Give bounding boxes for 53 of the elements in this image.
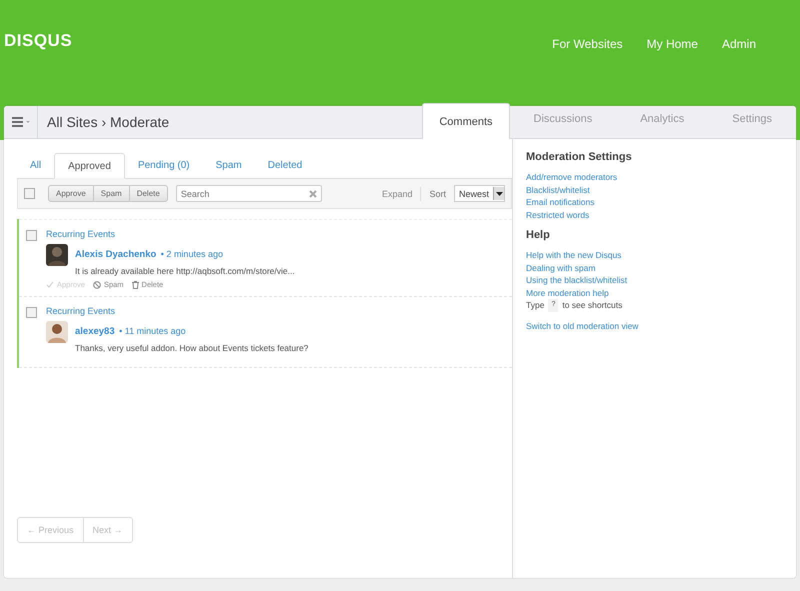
section-heading: Help: [526, 229, 550, 241]
avatar: [46, 321, 68, 343]
sidebar-link[interactable]: Add/remove moderators: [526, 171, 618, 184]
check-icon: [46, 281, 54, 288]
avatar: [46, 244, 68, 266]
bulk-action-button[interactable]: Approve: [48, 185, 94, 202]
trash-icon: [132, 280, 139, 288]
block-icon: [92, 280, 101, 288]
hint-text: Type: [526, 299, 544, 312]
tab[interactable]: Settings: [708, 103, 796, 135]
sort-dropdown[interactable]: Newest: [454, 185, 505, 202]
expand-link[interactable]: Expand: [382, 188, 412, 198]
hint-text: to see shortcuts: [562, 299, 622, 312]
menu-icon: [12, 117, 30, 127]
sidebar-link[interactable]: Email notifications: [526, 196, 595, 208]
sidebar-link[interactable]: Using the blacklist/whitelist: [526, 274, 628, 286]
author-link[interactable]: alexey83: [75, 326, 115, 337]
nav-link[interactable]: Admin: [722, 37, 756, 51]
sidebar-link[interactable]: Dealing with spam: [526, 262, 596, 274]
filter-tab[interactable]: All: [17, 153, 54, 178]
bulk-action-button[interactable]: Delete: [128, 185, 168, 202]
comment-text: Thanks, very useful addon. How about Events tickets feature?: [75, 343, 308, 353]
sidebar-link[interactable]: Help with the new Disqus: [526, 249, 622, 262]
caret-icon: [496, 192, 502, 196]
sort-label: Sort: [429, 188, 446, 198]
clear-icon[interactable]: [308, 190, 317, 198]
sidebar-link[interactable]: Switch to old moderation view: [526, 320, 638, 332]
tab[interactable]: Comments: [422, 103, 510, 139]
search-field[interactable]: Search: [176, 185, 322, 202]
breadcrumb: All Sites › Moderate: [47, 114, 170, 130]
timestamp[interactable]: • 11 minutes ago: [119, 326, 186, 336]
checkbox[interactable]: [26, 307, 37, 318]
nav-link[interactable]: For Websites: [552, 37, 623, 51]
comment-text: It is already available here http://aqbsoft.com/m/store/vie...: [75, 266, 295, 276]
timestamp[interactable]: • 2 minutes ago: [160, 249, 223, 259]
sidebar-link[interactable]: Restricted words: [526, 208, 590, 221]
filter-tab[interactable]: Deleted: [254, 153, 316, 178]
filter-tab[interactable]: Spam: [202, 153, 255, 178]
section-heading: Moderation Settings: [526, 151, 632, 163]
tab[interactable]: Discussions: [510, 103, 616, 135]
checkbox[interactable]: [26, 230, 37, 241]
sidebar-link[interactable]: Blacklist/whitelist: [526, 184, 590, 196]
sidebar-link[interactable]: More moderation help: [526, 286, 609, 299]
nav-link[interactable]: My Home: [646, 37, 698, 51]
checkbox[interactable]: [24, 188, 35, 199]
tab[interactable]: Analytics: [616, 103, 708, 135]
author-link[interactable]: Alexis Dyachenko: [75, 249, 156, 260]
thread-link[interactable]: Recurring Events: [46, 229, 505, 239]
logo[interactable]: DISQUS: [4, 31, 72, 51]
filter-tab[interactable]: Approved: [54, 153, 125, 179]
bulk-action-button[interactable]: Spam: [92, 185, 130, 202]
thread-link[interactable]: Recurring Events: [46, 306, 505, 316]
filter-tab[interactable]: Pending (0): [124, 153, 203, 178]
